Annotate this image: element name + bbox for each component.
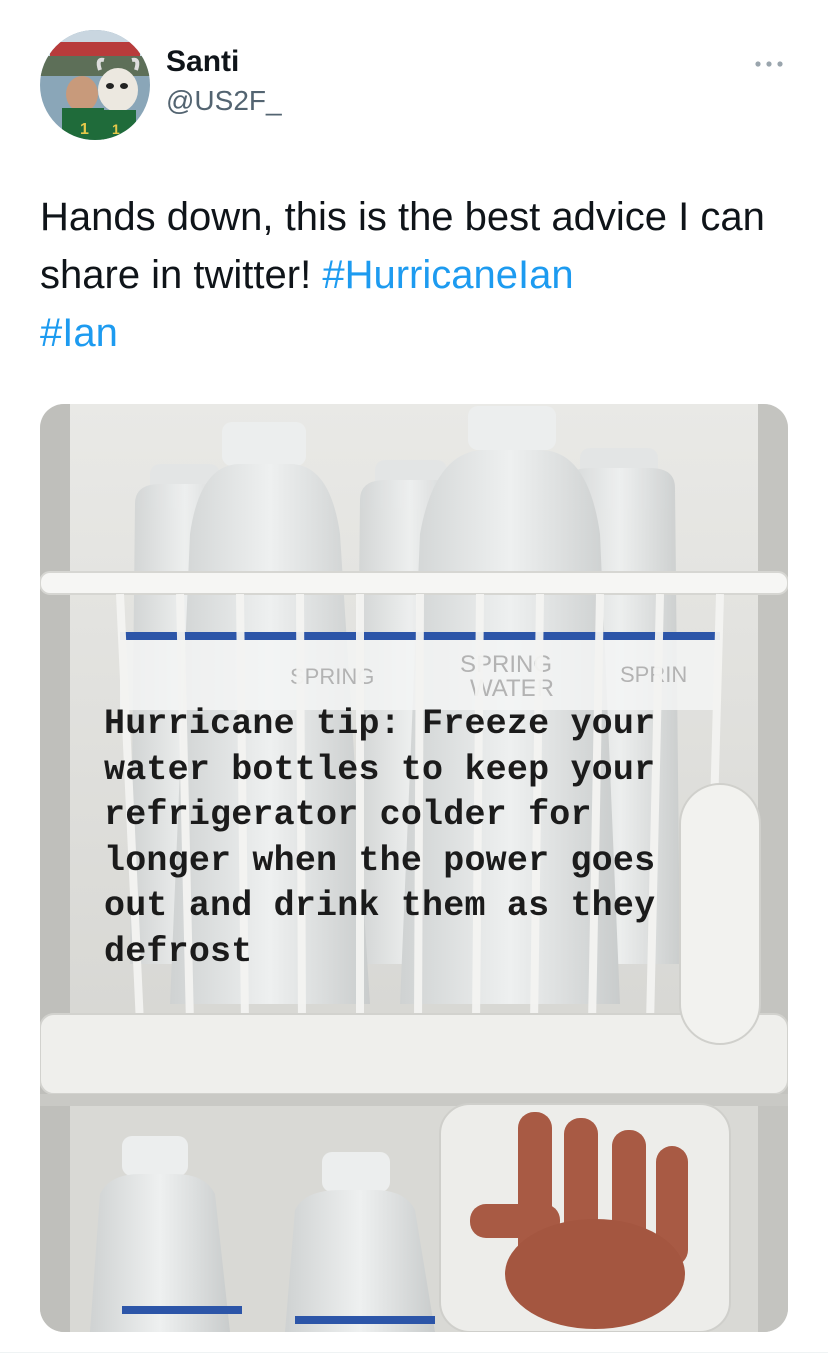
- meme-caption-text: Hurricane tip: Freeze your water bottles…: [104, 704, 656, 972]
- more-options-button[interactable]: [752, 54, 786, 74]
- tweet-media-image[interactable]: SPRING SPRING WATER SPRIN Hurricane tip:…: [40, 404, 788, 1332]
- hashtag-link-ian[interactable]: #Ian: [40, 311, 118, 355]
- author-info: Santi @US2F_: [166, 44, 282, 118]
- profile-avatar[interactable]: 1 1: [40, 30, 150, 140]
- tweet-text: Hands down, this is the best advice I ca…: [40, 188, 800, 362]
- author-display-name[interactable]: Santi: [166, 44, 282, 80]
- svg-text:1: 1: [80, 121, 89, 138]
- divider: [0, 1352, 828, 1353]
- avatar-image: 1 1: [40, 30, 150, 140]
- hashtag-link-hurricaneian[interactable]: #HurricaneIan: [322, 253, 573, 297]
- svg-text:SPRIN: SPRIN: [620, 662, 687, 687]
- author-handle[interactable]: @US2F_: [166, 84, 282, 118]
- svg-text:1: 1: [112, 121, 120, 137]
- more-horizontal-icon: [755, 61, 783, 67]
